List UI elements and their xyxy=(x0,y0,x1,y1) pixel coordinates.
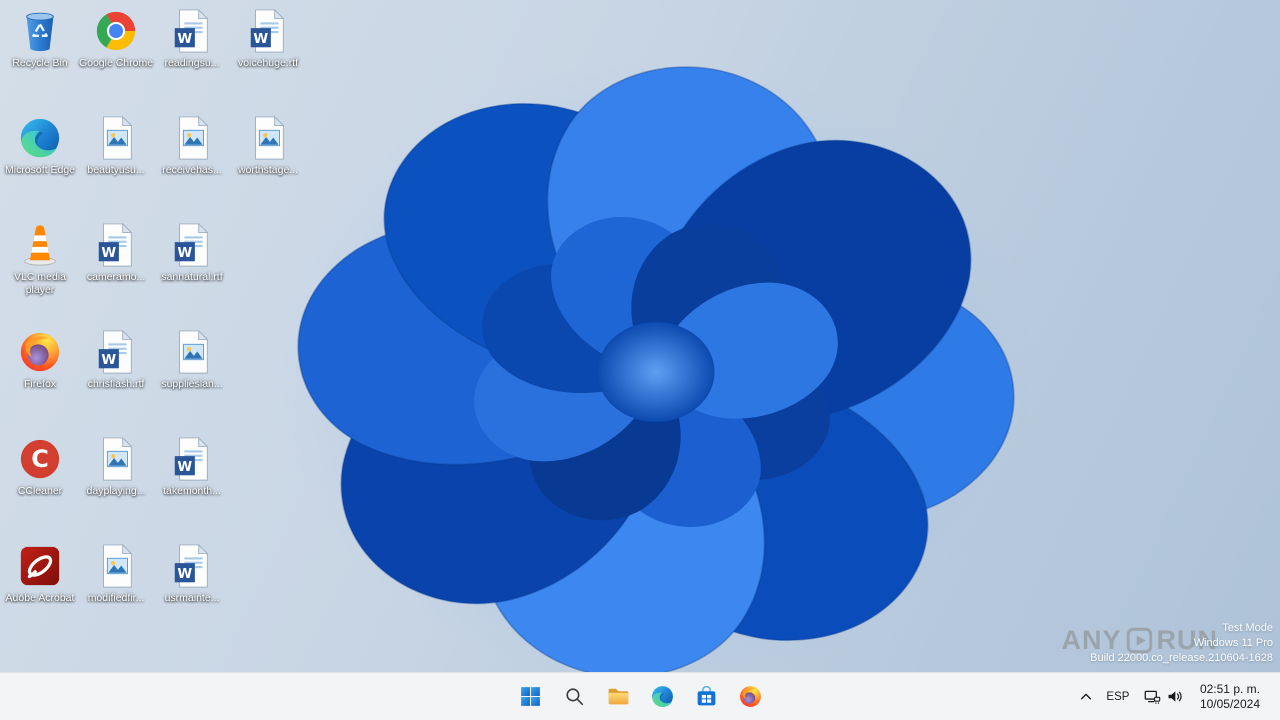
edge-button[interactable] xyxy=(642,677,682,717)
desktop-icon-label: takemonth... xyxy=(163,485,221,497)
desktop-icon-grid: Recycle Bin Google Chrome readingsu... v… xyxy=(2,2,306,644)
watermark-edition: Windows 11 Pro xyxy=(1193,637,1273,649)
image-file-icon xyxy=(93,543,139,589)
image-file-icon xyxy=(245,115,291,161)
edge-icon xyxy=(17,115,63,161)
desktop-icon-microsoft-edge[interactable]: Microsoft Edge xyxy=(2,109,78,216)
empty-grid-cell xyxy=(230,323,306,430)
desktop[interactable]: { "colors": { "wallpaper_top": "#d4dee9"… xyxy=(0,0,1280,720)
desktop-icon-readingsu[interactable]: readingsu... xyxy=(154,2,230,109)
image-file-icon xyxy=(93,115,139,161)
watermark-test-mode: Test Mode xyxy=(1222,622,1273,634)
image-file-icon xyxy=(93,436,139,482)
desktop-icon-label: Google Chrome xyxy=(78,57,154,69)
tray-date: 10/05/2024 xyxy=(1199,696,1260,711)
watermark-lines: Test Mode Windows 11 Pro Build 22000.co_… xyxy=(1090,621,1273,666)
desktop-icon-chrisflash[interactable]: chrisflash.rtf xyxy=(78,323,154,430)
desktop-icon-worthstage[interactable]: worthstage... xyxy=(230,109,306,216)
desktop-icon-label: chrisflash.rtf xyxy=(87,378,145,390)
chevron-up-icon xyxy=(1079,690,1093,704)
empty-grid-cell xyxy=(230,216,306,323)
word-document-icon xyxy=(169,543,215,589)
language-indicator[interactable]: ESP xyxy=(1101,679,1135,715)
word-document-icon xyxy=(245,8,291,54)
desktop-icon-label: readingsu... xyxy=(164,57,220,69)
clock[interactable]: 02:51 p. m. 10/05/2024 xyxy=(1192,682,1268,712)
desktop-icon-label: Recycle Bin xyxy=(12,57,68,69)
desktop-icon-label: receivehas... xyxy=(162,164,222,176)
desktop-icon-adobe-acrobat[interactable]: Adobe Acrobat xyxy=(2,537,78,644)
empty-grid-cell xyxy=(230,537,306,644)
search-icon xyxy=(562,684,587,709)
desktop-icon-label: CCleaner xyxy=(17,485,63,497)
tray-time: 02:51 p. m. xyxy=(1199,681,1260,696)
windows-start-icon xyxy=(518,684,543,709)
desktop-icon-label: supplieslan... xyxy=(161,378,223,390)
desktop-icon-google-chrome[interactable]: Google Chrome xyxy=(78,2,154,109)
desktop-icon-label: Adobe Acrobat xyxy=(5,592,75,604)
desktop-icon-label: Firefox xyxy=(23,378,57,390)
desktop-icon-usrmainte[interactable]: usrmainte... xyxy=(154,537,230,644)
file-explorer-button[interactable] xyxy=(598,677,638,717)
desktop-icon-label: VLC media player xyxy=(14,271,66,296)
desktop-icon-receivehas[interactable]: receivehas... xyxy=(154,109,230,216)
desktop-icon-dayplaying[interactable]: dayplaying... xyxy=(78,430,154,537)
microsoft-store-button[interactable] xyxy=(686,677,726,717)
edge-icon xyxy=(650,684,675,709)
desktop-icon-recycle-bin[interactable]: Recycle Bin xyxy=(2,2,78,109)
desktop-icon-label: usrmainte... xyxy=(164,592,220,604)
system-tray: ESP 02:51 p. m. 10/05/2024 xyxy=(1073,673,1280,720)
watermark-build: Build 22000.co_release.210604-1628 xyxy=(1090,652,1273,664)
search-button[interactable] xyxy=(554,677,594,717)
firefox-button[interactable] xyxy=(730,677,770,717)
taskbar: ESP 02:51 p. m. 10/05/2024 xyxy=(0,672,1280,720)
folder-icon xyxy=(606,684,631,709)
word-document-icon xyxy=(169,8,215,54)
ccleaner-icon xyxy=(17,436,63,482)
recycle-bin-icon xyxy=(17,8,63,54)
empty-grid-cell xyxy=(230,430,306,537)
desktop-icon-label: sannatural.rtf xyxy=(161,271,223,283)
desktop-icon-modifiedfir[interactable]: modifiedfir... xyxy=(78,537,154,644)
desktop-icon-label: modifiedfir... xyxy=(87,592,145,604)
taskbar-center-icons xyxy=(510,673,770,720)
desktop-icon-supplieslan[interactable]: supplieslan... xyxy=(154,323,230,430)
network-icon xyxy=(1144,688,1161,705)
start-button[interactable] xyxy=(510,677,550,717)
firefox-icon xyxy=(17,329,63,375)
desktop-icon-label: Microsoft Edge xyxy=(4,164,76,176)
vlc-icon xyxy=(17,222,63,268)
store-icon xyxy=(694,684,719,709)
firefox-icon xyxy=(738,684,763,709)
chrome-icon xyxy=(93,8,139,54)
desktop-icon-cameramo[interactable]: cameramo... xyxy=(78,216,154,323)
word-document-icon xyxy=(93,222,139,268)
show-hidden-icons-button[interactable] xyxy=(1073,679,1099,715)
word-document-icon xyxy=(169,436,215,482)
image-file-icon xyxy=(169,329,215,375)
speaker-icon xyxy=(1166,688,1183,705)
image-file-icon xyxy=(169,115,215,161)
desktop-icon-firefox[interactable]: Firefox xyxy=(2,323,78,430)
desktop-icon-sannatural[interactable]: sannatural.rtf xyxy=(154,216,230,323)
desktop-icon-voicehuge[interactable]: voicehuge.rtf xyxy=(230,2,306,109)
desktop-icon-label: cameramo... xyxy=(86,271,146,283)
word-document-icon xyxy=(169,222,215,268)
network-volume-button[interactable] xyxy=(1137,679,1190,715)
desktop-icon-label: voicehuge.rtf xyxy=(237,57,299,69)
word-document-icon xyxy=(93,329,139,375)
desktop-icon-takemonth[interactable]: takemonth... xyxy=(154,430,230,537)
desktop-icon-ccleaner[interactable]: CCleaner xyxy=(2,430,78,537)
desktop-icon-label: worthstage... xyxy=(237,164,299,176)
desktop-icon-vlc[interactable]: VLC media player xyxy=(2,216,78,323)
desktop-icon-label: beautyusu... xyxy=(87,164,145,176)
desktop-icon-beautyusu[interactable]: beautyusu... xyxy=(78,109,154,216)
desktop-icon-label: dayplaying... xyxy=(86,485,146,497)
acrobat-icon xyxy=(17,543,63,589)
